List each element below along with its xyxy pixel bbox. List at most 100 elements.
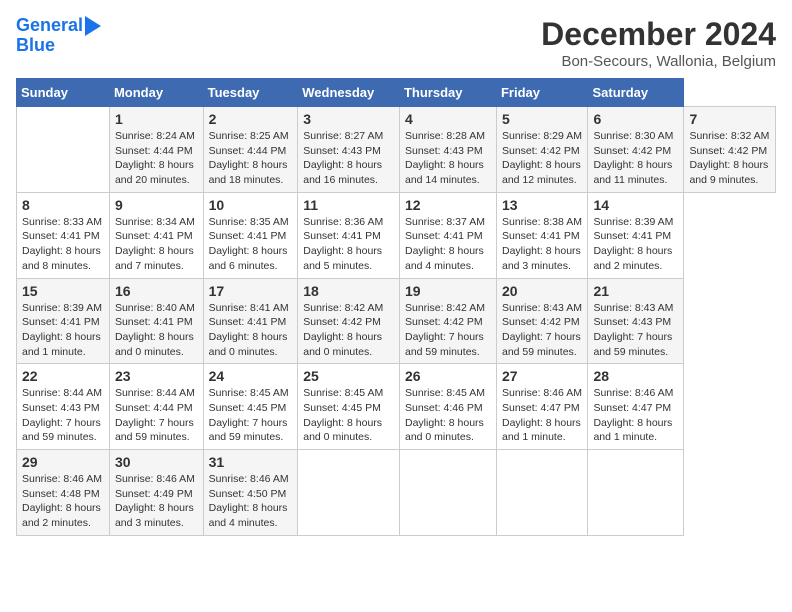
week-row-4: 29 Sunrise: 8:46 AM Sunset: 4:48 PM Dayl… (17, 450, 776, 536)
day-info: Sunrise: 8:29 AM Sunset: 4:42 PM Dayligh… (502, 129, 582, 188)
day-cell: 21 Sunrise: 8:43 AM Sunset: 4:43 PM Dayl… (588, 278, 684, 364)
day-number: 20 (502, 283, 582, 299)
day-number: 16 (115, 283, 198, 299)
day-cell: 8 Sunrise: 8:33 AM Sunset: 4:41 PM Dayli… (17, 192, 110, 278)
logo-arrow-icon (85, 16, 101, 36)
day-cell: 26 Sunrise: 8:45 AM Sunset: 4:46 PM Dayl… (399, 364, 496, 450)
day-number: 25 (303, 368, 394, 384)
day-info: Sunrise: 8:37 AM Sunset: 4:41 PM Dayligh… (405, 215, 491, 274)
day-number: 13 (502, 197, 582, 213)
day-cell: 13 Sunrise: 8:38 AM Sunset: 4:41 PM Dayl… (496, 192, 587, 278)
day-info: Sunrise: 8:36 AM Sunset: 4:41 PM Dayligh… (303, 215, 394, 274)
day-cell: 11 Sunrise: 8:36 AM Sunset: 4:41 PM Dayl… (298, 192, 400, 278)
day-number: 5 (502, 111, 582, 127)
day-number: 26 (405, 368, 491, 384)
day-number: 14 (593, 197, 678, 213)
day-info: Sunrise: 8:46 AM Sunset: 4:47 PM Dayligh… (593, 386, 678, 445)
day-cell: 15 Sunrise: 8:39 AM Sunset: 4:41 PM Dayl… (17, 278, 110, 364)
day-cell (17, 107, 110, 193)
header-wednesday: Wednesday (298, 79, 400, 107)
day-cell: 20 Sunrise: 8:43 AM Sunset: 4:42 PM Dayl… (496, 278, 587, 364)
day-info: Sunrise: 8:25 AM Sunset: 4:44 PM Dayligh… (209, 129, 293, 188)
day-cell: 18 Sunrise: 8:42 AM Sunset: 4:42 PM Dayl… (298, 278, 400, 364)
day-number: 8 (22, 197, 104, 213)
day-cell: 25 Sunrise: 8:45 AM Sunset: 4:45 PM Dayl… (298, 364, 400, 450)
day-cell: 30 Sunrise: 8:46 AM Sunset: 4:49 PM Dayl… (109, 450, 203, 536)
day-cell: 19 Sunrise: 8:42 AM Sunset: 4:42 PM Dayl… (399, 278, 496, 364)
header-monday: Monday (109, 79, 203, 107)
day-cell (298, 450, 400, 536)
day-number: 15 (22, 283, 104, 299)
day-number: 21 (593, 283, 678, 299)
day-info: Sunrise: 8:39 AM Sunset: 4:41 PM Dayligh… (593, 215, 678, 274)
day-cell: 3 Sunrise: 8:27 AM Sunset: 4:43 PM Dayli… (298, 107, 400, 193)
day-info: Sunrise: 8:38 AM Sunset: 4:41 PM Dayligh… (502, 215, 582, 274)
day-cell: 16 Sunrise: 8:40 AM Sunset: 4:41 PM Dayl… (109, 278, 203, 364)
day-info: Sunrise: 8:45 AM Sunset: 4:46 PM Dayligh… (405, 386, 491, 445)
day-info: Sunrise: 8:42 AM Sunset: 4:42 PM Dayligh… (303, 301, 394, 360)
week-row-0: 1 Sunrise: 8:24 AM Sunset: 4:44 PM Dayli… (17, 107, 776, 193)
day-cell: 10 Sunrise: 8:35 AM Sunset: 4:41 PM Dayl… (203, 192, 298, 278)
day-number: 23 (115, 368, 198, 384)
day-number: 18 (303, 283, 394, 299)
day-cell (588, 450, 684, 536)
day-number: 12 (405, 197, 491, 213)
day-info: Sunrise: 8:32 AM Sunset: 4:42 PM Dayligh… (689, 129, 770, 188)
day-cell: 2 Sunrise: 8:25 AM Sunset: 4:44 PM Dayli… (203, 107, 298, 193)
day-cell (399, 450, 496, 536)
day-info: Sunrise: 8:27 AM Sunset: 4:43 PM Dayligh… (303, 129, 394, 188)
day-info: Sunrise: 8:44 AM Sunset: 4:44 PM Dayligh… (115, 386, 198, 445)
day-cell: 7 Sunrise: 8:32 AM Sunset: 4:42 PM Dayli… (684, 107, 776, 193)
day-cell: 27 Sunrise: 8:46 AM Sunset: 4:47 PM Dayl… (496, 364, 587, 450)
day-number: 28 (593, 368, 678, 384)
day-cell: 1 Sunrise: 8:24 AM Sunset: 4:44 PM Dayli… (109, 107, 203, 193)
title-block: December 2024 Bon-Secours, Wallonia, Bel… (541, 16, 776, 70)
day-number: 24 (209, 368, 293, 384)
day-cell: 28 Sunrise: 8:46 AM Sunset: 4:47 PM Dayl… (588, 364, 684, 450)
day-cell: 22 Sunrise: 8:44 AM Sunset: 4:43 PM Dayl… (17, 364, 110, 450)
day-cell: 29 Sunrise: 8:46 AM Sunset: 4:48 PM Dayl… (17, 450, 110, 536)
day-number: 17 (209, 283, 293, 299)
day-cell: 5 Sunrise: 8:29 AM Sunset: 4:42 PM Dayli… (496, 107, 587, 193)
day-info: Sunrise: 8:43 AM Sunset: 4:43 PM Dayligh… (593, 301, 678, 360)
day-number: 7 (689, 111, 770, 127)
day-cell: 6 Sunrise: 8:30 AM Sunset: 4:42 PM Dayli… (588, 107, 684, 193)
day-number: 22 (22, 368, 104, 384)
day-cell: 9 Sunrise: 8:34 AM Sunset: 4:41 PM Dayli… (109, 192, 203, 278)
day-cell: 31 Sunrise: 8:46 AM Sunset: 4:50 PM Dayl… (203, 450, 298, 536)
day-info: Sunrise: 8:46 AM Sunset: 4:49 PM Dayligh… (115, 472, 198, 531)
day-number: 29 (22, 454, 104, 470)
logo-text: General (16, 16, 83, 36)
day-cell: 12 Sunrise: 8:37 AM Sunset: 4:41 PM Dayl… (399, 192, 496, 278)
header-saturday: Saturday (588, 79, 684, 107)
day-info: Sunrise: 8:43 AM Sunset: 4:42 PM Dayligh… (502, 301, 582, 360)
header-friday: Friday (496, 79, 587, 107)
day-info: Sunrise: 8:40 AM Sunset: 4:41 PM Dayligh… (115, 301, 198, 360)
day-info: Sunrise: 8:24 AM Sunset: 4:44 PM Dayligh… (115, 129, 198, 188)
week-row-1: 8 Sunrise: 8:33 AM Sunset: 4:41 PM Dayli… (17, 192, 776, 278)
day-info: Sunrise: 8:35 AM Sunset: 4:41 PM Dayligh… (209, 215, 293, 274)
day-info: Sunrise: 8:42 AM Sunset: 4:42 PM Dayligh… (405, 301, 491, 360)
week-row-2: 15 Sunrise: 8:39 AM Sunset: 4:41 PM Dayl… (17, 278, 776, 364)
day-number: 31 (209, 454, 293, 470)
day-info: Sunrise: 8:28 AM Sunset: 4:43 PM Dayligh… (405, 129, 491, 188)
day-number: 9 (115, 197, 198, 213)
day-cell: 4 Sunrise: 8:28 AM Sunset: 4:43 PM Dayli… (399, 107, 496, 193)
day-info: Sunrise: 8:39 AM Sunset: 4:41 PM Dayligh… (22, 301, 104, 360)
header-tuesday: Tuesday (203, 79, 298, 107)
day-info: Sunrise: 8:46 AM Sunset: 4:48 PM Dayligh… (22, 472, 104, 531)
day-info: Sunrise: 8:45 AM Sunset: 4:45 PM Dayligh… (209, 386, 293, 445)
day-number: 1 (115, 111, 198, 127)
day-info: Sunrise: 8:41 AM Sunset: 4:41 PM Dayligh… (209, 301, 293, 360)
day-number: 4 (405, 111, 491, 127)
calendar-header-row: SundayMondayTuesdayWednesdayThursdayFrid… (17, 79, 776, 107)
day-number: 30 (115, 454, 198, 470)
page-header: General Blue December 2024 Bon-Secours, … (16, 16, 776, 70)
day-number: 27 (502, 368, 582, 384)
week-row-3: 22 Sunrise: 8:44 AM Sunset: 4:43 PM Dayl… (17, 364, 776, 450)
month-title: December 2024 (541, 16, 776, 53)
day-info: Sunrise: 8:46 AM Sunset: 4:50 PM Dayligh… (209, 472, 293, 531)
day-number: 3 (303, 111, 394, 127)
day-cell (496, 450, 587, 536)
header-thursday: Thursday (399, 79, 496, 107)
